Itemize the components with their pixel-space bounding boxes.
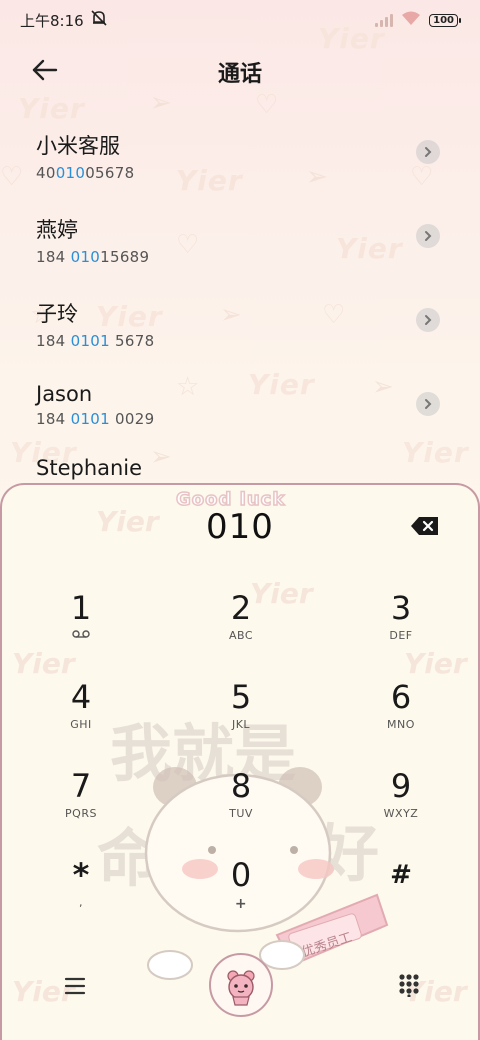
menu-button[interactable] bbox=[62, 975, 88, 997]
key-4[interactable]: 4 GHI bbox=[26, 678, 136, 758]
key-letters: MNO bbox=[387, 718, 415, 731]
key-letters: PQRS bbox=[65, 807, 97, 820]
menu-icon bbox=[64, 977, 86, 995]
page-title: 通话 bbox=[217, 62, 262, 87]
chevron-right-icon bbox=[425, 147, 432, 157]
key-7[interactable]: 7 PQRS bbox=[26, 767, 136, 847]
call-icon bbox=[227, 970, 255, 1006]
key-letters: WXYZ bbox=[383, 807, 419, 820]
keypad-toggle-button[interactable] bbox=[398, 973, 420, 998]
contact-detail-button[interactable] bbox=[416, 140, 440, 164]
key-digit: 5 bbox=[230, 678, 252, 716]
number-match: 010 bbox=[70, 248, 101, 266]
key-digit: # bbox=[390, 860, 412, 890]
key-letters: GHI bbox=[70, 718, 92, 731]
contact-detail-button[interactable] bbox=[416, 392, 440, 416]
keypad-grid-icon bbox=[399, 974, 419, 998]
number-suffix: 15689 bbox=[100, 248, 150, 266]
key-digit: 4 bbox=[70, 678, 92, 716]
heart-icon: ♡ bbox=[255, 90, 279, 120]
number-suffix: 0029 bbox=[109, 410, 155, 428]
status-bar: 上午8:16 100 bbox=[0, 0, 480, 40]
paper-plane-icon: ➢ bbox=[150, 88, 172, 118]
contact-number: 184 0101 5678 bbox=[36, 332, 480, 350]
key-letters: JKL bbox=[231, 718, 251, 731]
contact-name: Stephanie bbox=[36, 456, 143, 480]
contact-detail-button[interactable] bbox=[416, 308, 440, 332]
backspace-icon bbox=[411, 517, 438, 535]
key-3[interactable]: 3 DEF bbox=[346, 589, 456, 669]
contact-name: 燕婷 bbox=[36, 218, 78, 242]
key-digit: 2 bbox=[230, 589, 252, 627]
bell-off-icon bbox=[90, 9, 108, 31]
key-letters: ABC bbox=[228, 629, 254, 642]
battery-indicator: 100 bbox=[429, 13, 461, 27]
key-letters: , bbox=[79, 896, 83, 909]
signal-icon bbox=[375, 13, 394, 27]
key-9[interactable]: 9 WXYZ bbox=[346, 767, 456, 847]
key-digit: 3 bbox=[390, 589, 412, 627]
status-left: 上午8:16 bbox=[20, 9, 108, 31]
chevron-right-icon bbox=[425, 231, 432, 241]
key-letters: + bbox=[234, 896, 248, 912]
dialpad-bottom-bar bbox=[2, 935, 478, 1025]
number-prefix: 184 bbox=[36, 248, 71, 266]
contact-list: 小米客服 4001005678 燕婷 184 01015689 子玲 184 0… bbox=[0, 120, 480, 480]
key-digit: 1 bbox=[70, 589, 92, 627]
number-match: 010 bbox=[55, 164, 86, 182]
voicemail-icon bbox=[26, 629, 136, 642]
status-right: 100 bbox=[375, 10, 461, 30]
number-match: 0101 bbox=[70, 332, 110, 350]
number-suffix: 5678 bbox=[109, 332, 155, 350]
header: 通话 bbox=[0, 48, 480, 92]
key-star[interactable]: * , bbox=[26, 856, 136, 936]
key-6[interactable]: 6 MNO bbox=[346, 678, 456, 758]
key-0[interactable]: 0 + bbox=[186, 856, 296, 936]
dial-number-display[interactable]: 010 bbox=[2, 507, 478, 547]
key-letters: TUV bbox=[229, 807, 253, 820]
status-time: 上午8:16 bbox=[20, 11, 84, 30]
key-2[interactable]: 2 ABC bbox=[186, 589, 296, 669]
backspace-button[interactable] bbox=[410, 515, 440, 537]
contact-detail-button[interactable] bbox=[416, 224, 440, 248]
key-digit: 0 bbox=[230, 856, 252, 894]
number-prefix: 40 bbox=[36, 164, 56, 182]
key-1[interactable]: 1 bbox=[26, 589, 136, 669]
key-8[interactable]: 8 TUV bbox=[186, 767, 296, 847]
dialpad-panel: 我就是 命 好 优秀员工 Yier Yier Yier Yier Yier Yi… bbox=[0, 483, 480, 1040]
number-match: 0101 bbox=[70, 410, 110, 428]
chevron-right-icon bbox=[425, 399, 432, 409]
contact-item[interactable]: Jason 184 0101 0029 bbox=[0, 372, 480, 456]
contact-item[interactable]: 燕婷 184 01015689 bbox=[0, 204, 480, 288]
key-digit: 8 bbox=[230, 767, 252, 805]
key-digit: * bbox=[72, 856, 90, 894]
key-digit: 9 bbox=[390, 767, 412, 805]
key-digit: 7 bbox=[70, 767, 92, 805]
contact-name: 子玲 bbox=[36, 302, 78, 326]
call-button[interactable] bbox=[209, 953, 273, 1017]
key-hash[interactable]: # bbox=[346, 856, 456, 936]
key-5[interactable]: 5 JKL bbox=[186, 678, 296, 758]
key-letters: DEF bbox=[389, 629, 413, 642]
number-prefix: 184 bbox=[36, 410, 71, 428]
number-prefix: 184 bbox=[36, 332, 71, 350]
contact-item[interactable]: 小米客服 4001005678 bbox=[0, 120, 480, 204]
contact-name: Jason bbox=[36, 382, 93, 406]
number-suffix: 05678 bbox=[85, 164, 135, 182]
contact-number: 184 01015689 bbox=[36, 248, 480, 266]
contact-item[interactable]: Stephanie bbox=[0, 456, 480, 480]
key-digit: 6 bbox=[390, 678, 412, 716]
contact-number: 184 0101 0029 bbox=[36, 410, 480, 428]
contact-name: 小米客服 bbox=[36, 134, 120, 158]
wifi-icon bbox=[401, 10, 421, 30]
chevron-right-icon bbox=[425, 315, 432, 325]
contact-item[interactable]: 子玲 184 0101 5678 bbox=[0, 288, 480, 372]
contact-number: 4001005678 bbox=[36, 164, 480, 182]
